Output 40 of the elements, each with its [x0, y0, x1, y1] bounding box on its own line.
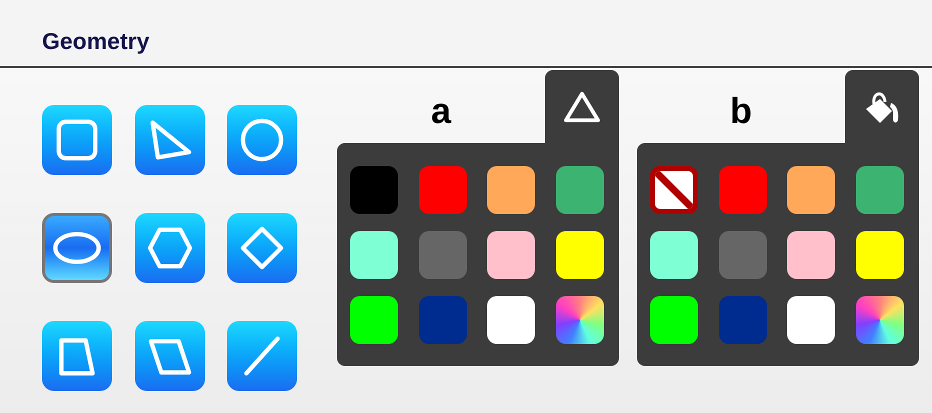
shape-button[interactable] [134, 321, 205, 391]
shape-button[interactable] [227, 321, 298, 391]
color-swatch[interactable] [350, 166, 398, 214]
color-swatch[interactable] [350, 231, 398, 279]
color-swatch[interactable] [718, 166, 766, 214]
palette-label: a [430, 88, 452, 128]
color-swatch[interactable] [787, 296, 835, 344]
color-wheel-swatch[interactable] [556, 296, 604, 344]
shape-button[interactable] [227, 213, 298, 283]
color-wheel-swatch[interactable] [856, 296, 904, 344]
shape-button[interactable] [42, 213, 112, 283]
color-swatch[interactable] [487, 296, 535, 344]
color-swatch[interactable] [718, 296, 766, 344]
palette-tab[interactable] [845, 70, 919, 143]
shape-button[interactable] [227, 105, 298, 175]
color-swatch[interactable] [556, 231, 604, 279]
color-swatch[interactable] [418, 166, 466, 214]
color-swatch[interactable] [650, 296, 698, 344]
section-title: Geometry [42, 26, 150, 56]
triangle-outline-icon [563, 90, 601, 124]
color-swatch[interactable] [650, 231, 698, 279]
color-swatch[interactable] [787, 166, 835, 214]
shape-button[interactable] [42, 321, 112, 391]
color-swatch[interactable] [487, 166, 535, 214]
color-swatch[interactable] [856, 166, 904, 214]
color-swatch[interactable] [718, 231, 766, 279]
color-swatch[interactable] [418, 296, 466, 344]
color-swatch[interactable] [487, 231, 535, 279]
shape-button[interactable] [42, 105, 112, 175]
color-swatch[interactable] [856, 231, 904, 279]
slash-icon [655, 171, 693, 209]
color-swatch[interactable] [418, 231, 466, 279]
shape-button[interactable] [134, 105, 205, 175]
color-swatch[interactable] [556, 166, 604, 214]
no-fill-swatch[interactable] [650, 166, 698, 214]
color-swatch[interactable] [350, 296, 398, 344]
palette-tab[interactable] [545, 70, 619, 143]
shape-button[interactable] [134, 213, 205, 283]
palette-label: b [730, 88, 752, 128]
color-swatch[interactable] [787, 231, 835, 279]
